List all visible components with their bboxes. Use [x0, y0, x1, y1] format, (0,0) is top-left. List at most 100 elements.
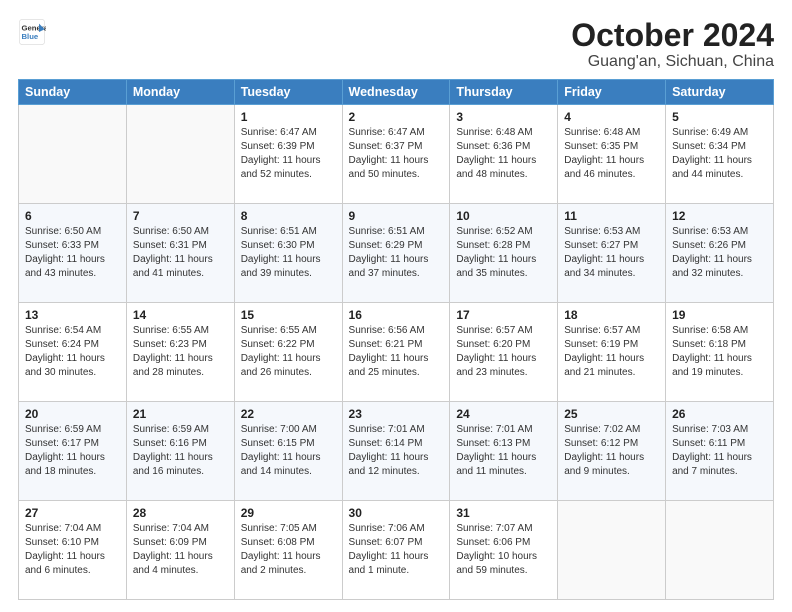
cell-date: 30 — [349, 506, 444, 520]
calendar-cell — [19, 105, 127, 204]
cell-daylight: Daylight: 11 hours and 26 minutes. — [241, 353, 321, 378]
calendar-cell: 6 Sunrise: 6:50 AM Sunset: 6:33 PM Dayli… — [19, 204, 127, 303]
cell-sunrise: Sunrise: 6:53 AM — [672, 226, 748, 237]
cell-daylight: Daylight: 11 hours and 23 minutes. — [456, 353, 536, 378]
cell-date: 29 — [241, 506, 336, 520]
cell-info: Sunrise: 6:52 AM Sunset: 6:28 PM Dayligh… — [456, 225, 551, 281]
calendar-cell: 26 Sunrise: 7:03 AM Sunset: 6:11 PM Dayl… — [666, 402, 774, 501]
cell-sunset: Sunset: 6:27 PM — [564, 240, 638, 251]
cell-date: 23 — [349, 407, 444, 421]
cell-info: Sunrise: 6:48 AM Sunset: 6:35 PM Dayligh… — [564, 126, 659, 182]
cell-date: 9 — [349, 209, 444, 223]
cell-info: Sunrise: 7:02 AM Sunset: 6:12 PM Dayligh… — [564, 423, 659, 479]
cell-info: Sunrise: 6:56 AM Sunset: 6:21 PM Dayligh… — [349, 324, 444, 380]
calendar-table: SundayMondayTuesdayWednesdayThursdayFrid… — [18, 79, 774, 600]
calendar-cell: 23 Sunrise: 7:01 AM Sunset: 6:14 PM Dayl… — [342, 402, 450, 501]
cell-info: Sunrise: 6:50 AM Sunset: 6:33 PM Dayligh… — [25, 225, 120, 281]
calendar-cell: 1 Sunrise: 6:47 AM Sunset: 6:39 PM Dayli… — [234, 105, 342, 204]
cell-daylight: Daylight: 11 hours and 19 minutes. — [672, 353, 752, 378]
calendar-cell: 22 Sunrise: 7:00 AM Sunset: 6:15 PM Dayl… — [234, 402, 342, 501]
cell-sunrise: Sunrise: 6:57 AM — [564, 325, 640, 336]
cell-sunset: Sunset: 6:21 PM — [349, 339, 423, 350]
cell-info: Sunrise: 6:47 AM Sunset: 6:37 PM Dayligh… — [349, 126, 444, 182]
calendar-cell: 18 Sunrise: 6:57 AM Sunset: 6:19 PM Dayl… — [558, 303, 666, 402]
cell-sunrise: Sunrise: 6:52 AM — [456, 226, 532, 237]
cell-date: 28 — [133, 506, 228, 520]
calendar-cell: 31 Sunrise: 7:07 AM Sunset: 6:06 PM Dayl… — [450, 501, 558, 600]
cell-info: Sunrise: 6:55 AM Sunset: 6:23 PM Dayligh… — [133, 324, 228, 380]
cell-sunset: Sunset: 6:10 PM — [25, 537, 99, 548]
cell-date: 5 — [672, 110, 767, 124]
cell-sunrise: Sunrise: 6:47 AM — [241, 127, 317, 138]
cell-sunrise: Sunrise: 7:01 AM — [456, 424, 532, 435]
cell-info: Sunrise: 6:55 AM Sunset: 6:22 PM Dayligh… — [241, 324, 336, 380]
cell-date: 11 — [564, 209, 659, 223]
cell-sunrise: Sunrise: 7:04 AM — [133, 523, 209, 534]
cell-info: Sunrise: 6:51 AM Sunset: 6:30 PM Dayligh… — [241, 225, 336, 281]
cell-date: 18 — [564, 308, 659, 322]
cell-info: Sunrise: 7:05 AM Sunset: 6:08 PM Dayligh… — [241, 522, 336, 578]
calendar-cell: 10 Sunrise: 6:52 AM Sunset: 6:28 PM Dayl… — [450, 204, 558, 303]
cell-sunset: Sunset: 6:19 PM — [564, 339, 638, 350]
cell-info: Sunrise: 7:01 AM Sunset: 6:14 PM Dayligh… — [349, 423, 444, 479]
cell-date: 14 — [133, 308, 228, 322]
cell-info: Sunrise: 7:07 AM Sunset: 6:06 PM Dayligh… — [456, 522, 551, 578]
cell-info: Sunrise: 6:54 AM Sunset: 6:24 PM Dayligh… — [25, 324, 120, 380]
cell-info: Sunrise: 6:53 AM Sunset: 6:27 PM Dayligh… — [564, 225, 659, 281]
cell-date: 10 — [456, 209, 551, 223]
calendar-cell: 5 Sunrise: 6:49 AM Sunset: 6:34 PM Dayli… — [666, 105, 774, 204]
cell-sunrise: Sunrise: 7:05 AM — [241, 523, 317, 534]
cell-daylight: Daylight: 11 hours and 32 minutes. — [672, 254, 752, 279]
cell-sunrise: Sunrise: 6:59 AM — [133, 424, 209, 435]
cell-date: 4 — [564, 110, 659, 124]
calendar-cell: 14 Sunrise: 6:55 AM Sunset: 6:23 PM Dayl… — [126, 303, 234, 402]
calendar-cell: 15 Sunrise: 6:55 AM Sunset: 6:22 PM Dayl… — [234, 303, 342, 402]
cell-date: 26 — [672, 407, 767, 421]
cell-info: Sunrise: 6:51 AM Sunset: 6:29 PM Dayligh… — [349, 225, 444, 281]
logo-icon: General Blue — [18, 18, 46, 46]
cell-info: Sunrise: 7:04 AM Sunset: 6:10 PM Dayligh… — [25, 522, 120, 578]
cell-date: 27 — [25, 506, 120, 520]
cell-date: 25 — [564, 407, 659, 421]
cell-sunset: Sunset: 6:13 PM — [456, 438, 530, 449]
cell-info: Sunrise: 6:53 AM Sunset: 6:26 PM Dayligh… — [672, 225, 767, 281]
cell-info: Sunrise: 6:49 AM Sunset: 6:34 PM Dayligh… — [672, 126, 767, 182]
page-subtitle: Guang'an, Sichuan, China — [571, 53, 774, 71]
cell-date: 6 — [25, 209, 120, 223]
cell-sunset: Sunset: 6:35 PM — [564, 141, 638, 152]
cell-sunrise: Sunrise: 7:00 AM — [241, 424, 317, 435]
page: General Blue October 2024 Guang'an, Sich… — [0, 0, 792, 612]
cell-info: Sunrise: 6:57 AM Sunset: 6:20 PM Dayligh… — [456, 324, 551, 380]
calendar-cell: 11 Sunrise: 6:53 AM Sunset: 6:27 PM Dayl… — [558, 204, 666, 303]
cell-daylight: Daylight: 11 hours and 50 minutes. — [349, 155, 429, 180]
cell-info: Sunrise: 6:59 AM Sunset: 6:17 PM Dayligh… — [25, 423, 120, 479]
cell-date: 22 — [241, 407, 336, 421]
cell-sunset: Sunset: 6:28 PM — [456, 240, 530, 251]
cell-sunrise: Sunrise: 6:58 AM — [672, 325, 748, 336]
cell-sunrise: Sunrise: 6:57 AM — [456, 325, 532, 336]
cell-daylight: Daylight: 11 hours and 2 minutes. — [241, 551, 321, 576]
cell-sunset: Sunset: 6:34 PM — [672, 141, 746, 152]
logo: General Blue — [18, 18, 46, 46]
cell-daylight: Daylight: 11 hours and 1 minute. — [349, 551, 429, 576]
cell-date: 1 — [241, 110, 336, 124]
title-block: October 2024 Guang'an, Sichuan, China — [571, 18, 774, 71]
cell-info: Sunrise: 6:50 AM Sunset: 6:31 PM Dayligh… — [133, 225, 228, 281]
cell-date: 16 — [349, 308, 444, 322]
cell-sunset: Sunset: 6:18 PM — [672, 339, 746, 350]
cell-sunset: Sunset: 6:36 PM — [456, 141, 530, 152]
cell-daylight: Daylight: 10 hours and 59 minutes. — [456, 551, 537, 576]
cell-sunset: Sunset: 6:15 PM — [241, 438, 315, 449]
week-row-4: 20 Sunrise: 6:59 AM Sunset: 6:17 PM Dayl… — [19, 402, 774, 501]
calendar-cell: 20 Sunrise: 6:59 AM Sunset: 6:17 PM Dayl… — [19, 402, 127, 501]
cell-daylight: Daylight: 11 hours and 9 minutes. — [564, 452, 644, 477]
cell-sunrise: Sunrise: 7:07 AM — [456, 523, 532, 534]
calendar-cell — [558, 501, 666, 600]
cell-sunset: Sunset: 6:33 PM — [25, 240, 99, 251]
cell-daylight: Daylight: 11 hours and 11 minutes. — [456, 452, 536, 477]
cell-sunrise: Sunrise: 6:53 AM — [564, 226, 640, 237]
calendar-cell: 28 Sunrise: 7:04 AM Sunset: 6:09 PM Dayl… — [126, 501, 234, 600]
cell-sunrise: Sunrise: 7:04 AM — [25, 523, 101, 534]
cell-daylight: Daylight: 11 hours and 41 minutes. — [133, 254, 213, 279]
cell-sunrise: Sunrise: 6:50 AM — [25, 226, 101, 237]
